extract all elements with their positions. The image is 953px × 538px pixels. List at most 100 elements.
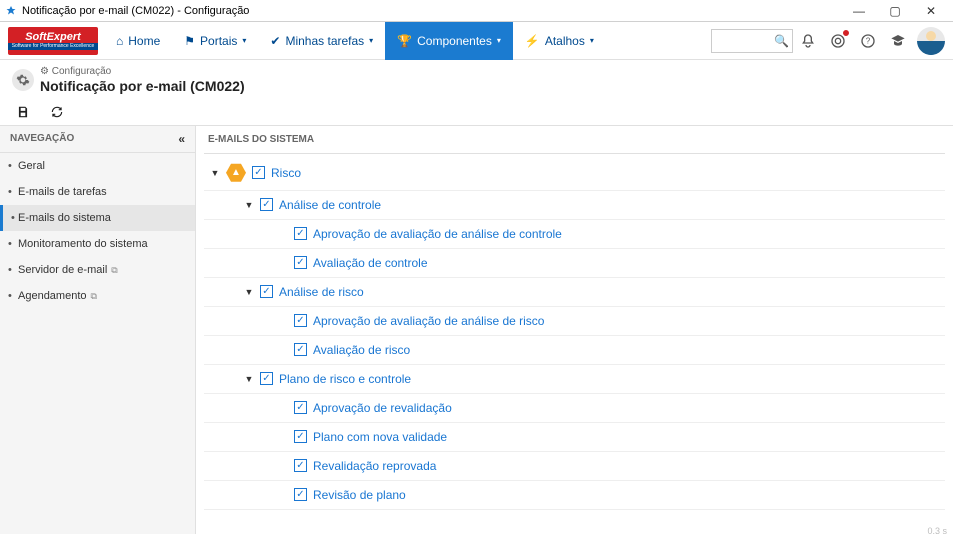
sidebar-item-emails-sistema[interactable]: E-mails do sistema xyxy=(0,205,195,231)
footer-version: 0.3 s xyxy=(927,526,947,536)
search-input[interactable] xyxy=(716,35,774,47)
caret-icon[interactable]: ▼ xyxy=(244,287,254,297)
tree-root-row[interactable]: ▼ ▲ ✓ Risco xyxy=(204,156,945,191)
checkbox[interactable]: ✓ xyxy=(260,285,273,298)
brand-sub: Software for Performance Excellence xyxy=(8,43,98,50)
tree-label[interactable]: Risco xyxy=(271,166,301,180)
sidebar-item-agendamento[interactable]: Agendamento⧉ xyxy=(0,283,195,309)
nav-tarefas-label: Minhas tarefas xyxy=(285,34,364,48)
tree-item-row[interactable]: ▼ ✓ Revisão de plano xyxy=(204,481,945,510)
minimize-button[interactable]: — xyxy=(841,1,877,21)
module-icon: ▲ xyxy=(226,163,246,183)
tree-item-row[interactable]: ▼ ✓ Plano com nova validade xyxy=(204,423,945,452)
caret-icon[interactable]: ▼ xyxy=(244,374,254,384)
main-content: E-MAILS DO SISTEMA ▼ ▲ ✓ Risco ▼ ✓ Análi… xyxy=(196,126,953,534)
alerts-icon[interactable] xyxy=(823,26,853,56)
sidebar-item-geral[interactable]: Geral xyxy=(0,153,195,179)
nav-atalhos-label: Atalhos xyxy=(545,34,585,48)
nav-home[interactable]: ⌂ Home xyxy=(104,22,172,60)
brand-logo[interactable]: SoftExpert Software for Performance Exce… xyxy=(8,27,98,55)
bolt-icon: ⚡ xyxy=(525,34,540,48)
checkbox[interactable]: ✓ xyxy=(294,459,307,472)
page-title: Notificação por e-mail (CM022) xyxy=(40,78,245,95)
nav-home-label: Home xyxy=(128,34,160,48)
window-titlebar: Notificação por e-mail (CM022) - Configu… xyxy=(0,0,953,22)
tree-label[interactable]: Análise de controle xyxy=(279,198,381,212)
chevron-down-icon: ▾ xyxy=(590,36,594,45)
tree-label[interactable]: Aprovação de avaliação de análise de ris… xyxy=(313,314,544,328)
page-header: ⚙ Configuração Notificação por e-mail (C… xyxy=(0,60,953,99)
tree-item-row[interactable]: ▼ ✓ Avaliação de risco xyxy=(204,336,945,365)
tree-label[interactable]: Plano de risco e controle xyxy=(279,372,411,386)
tree-group-row[interactable]: ▼ ✓ Análise de risco xyxy=(204,278,945,307)
notifications-icon[interactable] xyxy=(793,26,823,56)
save-button[interactable] xyxy=(14,103,32,121)
tree-item-row[interactable]: ▼ ✓ Aprovação de avaliação de análise de… xyxy=(204,307,945,336)
checkbox[interactable]: ✓ xyxy=(294,314,307,327)
tree-label[interactable]: Aprovação de revalidação xyxy=(313,401,452,415)
tree-group-row[interactable]: ▼ ✓ Plano de risco e controle xyxy=(204,365,945,394)
nav-portais-label: Portais xyxy=(200,34,237,48)
tree-label[interactable]: Revalidação reprovada xyxy=(313,459,436,473)
trophy-icon: 🏆 xyxy=(397,34,412,48)
checkbox[interactable]: ✓ xyxy=(294,256,307,269)
tree-label[interactable]: Análise de risco xyxy=(279,285,364,299)
sidebar-item-monitoramento[interactable]: Monitoramento do sistema xyxy=(0,231,195,257)
caret-icon[interactable]: ▼ xyxy=(244,200,254,210)
help-icon[interactable]: ? xyxy=(853,26,883,56)
sidebar-heading: NAVEGAÇÃO xyxy=(10,133,74,144)
tree-label[interactable]: Avaliação de risco xyxy=(313,343,410,357)
chevron-down-icon: ▾ xyxy=(497,36,501,45)
svg-text:?: ? xyxy=(866,36,871,45)
nav-portais[interactable]: ⚑ Portais ▾ xyxy=(172,22,258,60)
flag-icon: ⚑ xyxy=(184,34,195,48)
toolbar xyxy=(0,99,953,126)
window-title: Notificação por e-mail (CM022) - Configu… xyxy=(22,5,841,17)
user-avatar[interactable] xyxy=(917,27,945,55)
main-heading: E-MAILS DO SISTEMA xyxy=(204,126,945,154)
caret-icon[interactable]: ▼ xyxy=(210,168,220,178)
tree-group-row[interactable]: ▼ ✓ Análise de controle xyxy=(204,191,945,220)
checkbox[interactable]: ✓ xyxy=(252,166,265,179)
tree-label[interactable]: Avaliação de controle xyxy=(313,256,428,270)
tree-label[interactable]: Plano com nova validade xyxy=(313,430,447,444)
tree-label[interactable]: Aprovação de avaliação de análise de con… xyxy=(313,227,562,241)
checkbox[interactable]: ✓ xyxy=(294,430,307,443)
chevron-down-icon: ▾ xyxy=(242,36,246,45)
collapse-sidebar-icon[interactable]: « xyxy=(178,132,185,146)
brand-main: SoftExpert xyxy=(25,32,81,43)
external-icon: ⧉ xyxy=(91,291,97,301)
top-nav: SoftExpert Software for Performance Exce… xyxy=(0,22,953,60)
graduation-icon[interactable] xyxy=(883,26,913,56)
chevron-down-icon: ▾ xyxy=(369,36,373,45)
breadcrumb: ⚙ Configuração xyxy=(40,66,245,78)
nav-atalhos[interactable]: ⚡ Atalhos ▾ xyxy=(513,22,606,60)
check-icon: ✔ xyxy=(270,34,280,48)
checkbox[interactable]: ✓ xyxy=(294,227,307,240)
nav-componentes-label: Componentes xyxy=(417,34,492,48)
nav-componentes[interactable]: 🏆 Componentes ▾ xyxy=(385,22,513,60)
search-box[interactable]: 🔍 xyxy=(711,29,793,53)
checkbox[interactable]: ✓ xyxy=(260,198,273,211)
maximize-button[interactable]: ▢ xyxy=(877,1,913,21)
tree-item-row[interactable]: ▼ ✓ Avaliação de controle xyxy=(204,249,945,278)
home-icon: ⌂ xyxy=(116,34,123,48)
tree-label[interactable]: Revisão de plano xyxy=(313,488,406,502)
nav-tarefas[interactable]: ✔ Minhas tarefas ▾ xyxy=(258,22,385,60)
sidebar-item-servidor-email[interactable]: Servidor de e-mail⧉ xyxy=(0,257,195,283)
badge-dot xyxy=(842,29,850,37)
checkbox[interactable]: ✓ xyxy=(260,372,273,385)
sidebar-item-emails-tarefas[interactable]: E-mails de tarefas xyxy=(0,179,195,205)
search-icon: 🔍 xyxy=(774,34,789,48)
checkbox[interactable]: ✓ xyxy=(294,343,307,356)
tree-item-row[interactable]: ▼ ✓ Aprovação de revalidação xyxy=(204,394,945,423)
tree-item-row[interactable]: ▼ ✓ Revalidação reprovada xyxy=(204,452,945,481)
checkbox[interactable]: ✓ xyxy=(294,401,307,414)
sidebar: NAVEGAÇÃO « Geral E-mails de tarefas E-m… xyxy=(0,126,196,534)
close-button[interactable]: ✕ xyxy=(913,1,949,21)
checkbox[interactable]: ✓ xyxy=(294,488,307,501)
tree-item-row[interactable]: ▼ ✓ Aprovação de avaliação de análise de… xyxy=(204,220,945,249)
gear-icon xyxy=(12,69,34,91)
app-icon xyxy=(4,4,18,18)
refresh-button[interactable] xyxy=(48,103,66,121)
